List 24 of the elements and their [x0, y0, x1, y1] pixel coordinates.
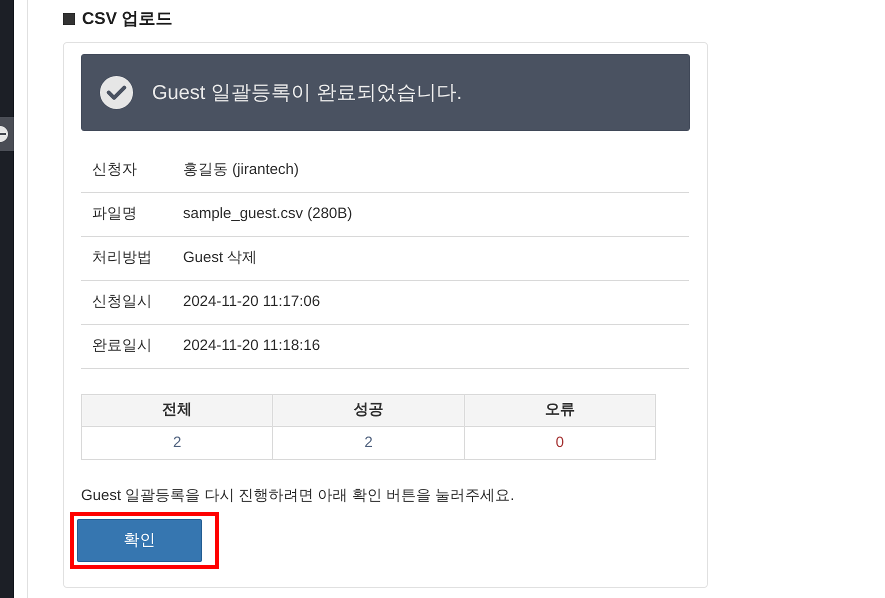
detail-value: Guest 삭제	[183, 248, 258, 268]
collapse-icon[interactable]	[0, 125, 9, 143]
detail-label: 파일명	[92, 204, 138, 224]
column-header: 오류	[464, 394, 656, 426]
check-circle-icon	[99, 75, 134, 110]
section-title: CSV 업로드	[82, 8, 173, 30]
detail-label: 완료일시	[92, 336, 153, 356]
sidebar-item[interactable]	[0, 117, 14, 151]
column-header: 성공	[272, 394, 464, 426]
table-cell: 2	[82, 426, 273, 460]
table-cell: 0	[464, 426, 656, 460]
square-icon	[63, 13, 75, 25]
column-header: 전체	[82, 394, 273, 426]
notice-text: Guest 일괄등록을 다시 진행하려면 아래 확인 버튼을 눌러주세요.	[81, 486, 516, 506]
alert-message: Guest 일괄등록이 완료되었습니다.	[152, 80, 462, 106]
detail-value: 2024-11-20 11:17:06	[183, 292, 320, 312]
table-cell: 2	[272, 426, 464, 460]
detail-value: sample_guest.csv (280B)	[183, 204, 352, 224]
detail-value: 홍길동 (jirantech)	[183, 160, 299, 180]
detail-label: 신청일시	[92, 292, 153, 312]
detail-label: 처리방법	[92, 248, 153, 268]
detail-label: 신청자	[92, 160, 138, 180]
detail-value: 2024-11-20 11:18:16	[183, 336, 320, 356]
confirm-button[interactable]: 확인	[77, 519, 202, 562]
